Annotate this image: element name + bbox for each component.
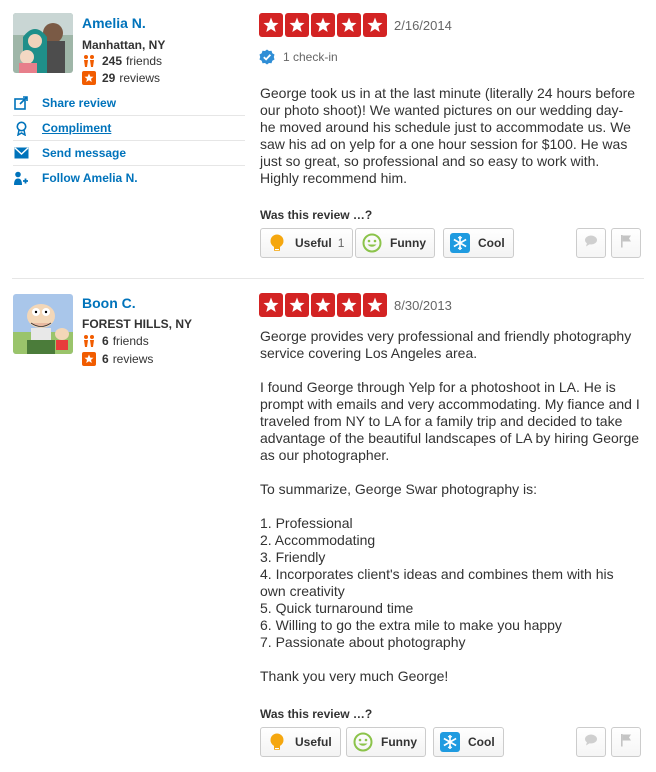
review-text: George provides very professional and fr… xyxy=(260,328,640,684)
star-icon xyxy=(259,13,283,37)
friends-label: friends xyxy=(112,334,149,348)
user-location: Manhattan, NY xyxy=(82,38,166,52)
checkin-label: 1 check-in xyxy=(283,50,338,64)
cool-button[interactable]: Cool xyxy=(443,228,514,258)
friends-count: 245 friends xyxy=(82,54,162,68)
reviews-count: 29 reviews xyxy=(82,71,160,85)
useful-label: Useful xyxy=(295,735,332,749)
star-icon xyxy=(337,13,361,37)
star-icon xyxy=(285,13,309,37)
useful-button[interactable]: Useful 1 xyxy=(260,228,354,258)
user-name[interactable]: Amelia N. xyxy=(82,15,146,31)
comment-button[interactable] xyxy=(576,727,606,757)
smiley-icon xyxy=(353,732,373,752)
friends-icon xyxy=(82,54,96,68)
share-icon xyxy=(13,95,29,111)
flag-button[interactable] xyxy=(611,727,641,757)
speech-bubble-icon xyxy=(584,234,598,252)
useful-count: 1 xyxy=(337,236,345,250)
flag-icon xyxy=(620,234,632,253)
star-rating xyxy=(259,13,389,37)
friends-number: 245 xyxy=(102,54,123,68)
review-text: George took us in at the last minute (li… xyxy=(260,85,639,186)
star-icon xyxy=(259,293,283,317)
cool-button[interactable]: Cool xyxy=(433,727,504,757)
user-location: FOREST HILLS, NY xyxy=(82,317,193,331)
follow-icon xyxy=(13,170,29,186)
flag-button[interactable] xyxy=(611,228,641,258)
send-message-link[interactable]: Send message xyxy=(13,140,245,165)
star-icon xyxy=(82,352,96,366)
friends-number: 6 xyxy=(102,334,109,348)
friends-label: friends xyxy=(126,54,163,68)
friends-icon xyxy=(82,334,96,348)
share-review-link[interactable]: Share review xyxy=(13,90,245,115)
star-icon xyxy=(311,293,335,317)
reviews-number: 29 xyxy=(102,71,116,85)
user-actions: Share review Compliment Send message Fol… xyxy=(13,90,245,190)
lightbulb-icon xyxy=(267,732,287,752)
was-this-review-label: Was this review …? xyxy=(260,208,373,222)
funny-button[interactable]: Funny xyxy=(355,228,435,258)
follow-user-label: Follow Amelia N. xyxy=(42,171,138,185)
useful-button[interactable]: Useful xyxy=(260,727,341,757)
checkin-badge: 1 check-in xyxy=(259,49,338,65)
star-rating xyxy=(259,293,389,317)
message-icon xyxy=(13,145,29,161)
cool-label: Cool xyxy=(468,735,495,749)
review-date: 8/30/2013 xyxy=(394,298,452,313)
was-this-review-label: Was this review …? xyxy=(260,707,373,721)
funny-label: Funny xyxy=(381,735,417,749)
snowflake-icon xyxy=(440,732,460,752)
review-item: Boon C. FOREST HILLS, NY 6 friends 6 rev… xyxy=(0,280,656,772)
checkin-icon xyxy=(259,49,275,65)
review-item: Amelia N. Manhattan, NY 245 friends 29 r… xyxy=(0,0,656,278)
reviews-number: 6 xyxy=(102,352,109,366)
speech-bubble-icon xyxy=(584,733,598,751)
friends-count: 6 friends xyxy=(82,334,149,348)
smiley-icon xyxy=(362,233,382,253)
reviews-label: reviews xyxy=(112,352,154,366)
star-icon xyxy=(363,293,387,317)
comment-button[interactable] xyxy=(576,228,606,258)
star-icon xyxy=(363,13,387,37)
useful-label: Useful xyxy=(295,236,332,250)
compliment-label: Compliment xyxy=(42,121,112,135)
review-date: 2/16/2014 xyxy=(394,18,452,33)
star-icon xyxy=(337,293,361,317)
compliment-icon xyxy=(13,120,29,136)
review-divider xyxy=(12,278,644,279)
star-icon xyxy=(82,71,96,85)
cool-label: Cool xyxy=(478,236,505,250)
flag-icon xyxy=(620,733,632,752)
share-review-label: Share review xyxy=(42,95,117,110)
reviews-count: 6 reviews xyxy=(82,352,153,366)
user-name[interactable]: Boon C. xyxy=(82,295,136,311)
star-icon xyxy=(285,293,309,317)
avatar[interactable] xyxy=(13,294,73,354)
snowflake-icon xyxy=(450,233,470,253)
funny-button[interactable]: Funny xyxy=(346,727,426,757)
star-icon xyxy=(311,13,335,37)
funny-label: Funny xyxy=(390,236,426,250)
lightbulb-icon xyxy=(267,233,287,253)
avatar[interactable] xyxy=(13,13,73,73)
compliment-link[interactable]: Compliment xyxy=(13,115,245,140)
follow-user-link[interactable]: Follow Amelia N. xyxy=(13,165,245,190)
send-message-label: Send message xyxy=(42,146,127,160)
reviews-label: reviews xyxy=(119,71,161,85)
